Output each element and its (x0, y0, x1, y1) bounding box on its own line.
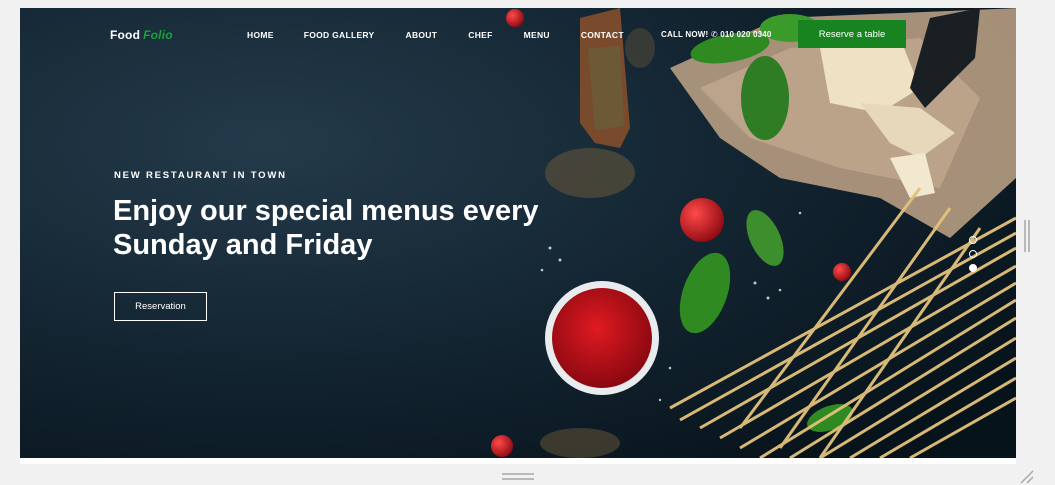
phone-icon: ✆ (710, 30, 718, 39)
main-nav: HOME FOOD GALLERY ABOUT CHEF MENU CONTAC… (247, 30, 655, 40)
nav-contact[interactable]: CONTACT (581, 30, 624, 40)
brand-logo[interactable]: Food Folio (110, 28, 173, 42)
slider-dots (969, 236, 977, 272)
page-footer-strip (20, 458, 1016, 464)
brand-name: Food (110, 28, 141, 42)
slider-dot-1[interactable] (969, 236, 977, 244)
reserve-table-button[interactable]: Reserve a table (798, 20, 906, 48)
call-now[interactable]: CALL NOW! ✆ 010 020 0340 (661, 30, 772, 39)
horizontal-resize-handle[interactable] (502, 473, 534, 481)
reservation-button[interactable]: Reservation (114, 292, 207, 321)
nav-about[interactable]: ABOUT (406, 30, 438, 40)
slider-dot-3[interactable] (969, 264, 977, 272)
slider-dot-2[interactable] (969, 250, 977, 258)
phone-number: 010 020 0340 (720, 30, 772, 39)
call-label: CALL NOW! (661, 30, 709, 39)
brand-accent: Folio (143, 28, 173, 42)
nav-food-gallery[interactable]: FOOD GALLERY (304, 30, 375, 40)
nav-menu[interactable]: MENU (524, 30, 550, 40)
nav-home[interactable]: HOME (247, 30, 274, 40)
headline-line-2: Sunday and Friday (113, 229, 373, 261)
nav-chef[interactable]: CHEF (468, 30, 492, 40)
resize-grip-icon[interactable] (1018, 468, 1034, 484)
hero-eyebrow: NEW RESTAURANT IN TOWN (114, 170, 287, 181)
vertical-resize-handle[interactable] (1024, 220, 1030, 252)
headline-line-1: Enjoy our special menus every (113, 195, 539, 227)
hero-headline: Enjoy our special menus every Sunday and… (113, 194, 633, 262)
